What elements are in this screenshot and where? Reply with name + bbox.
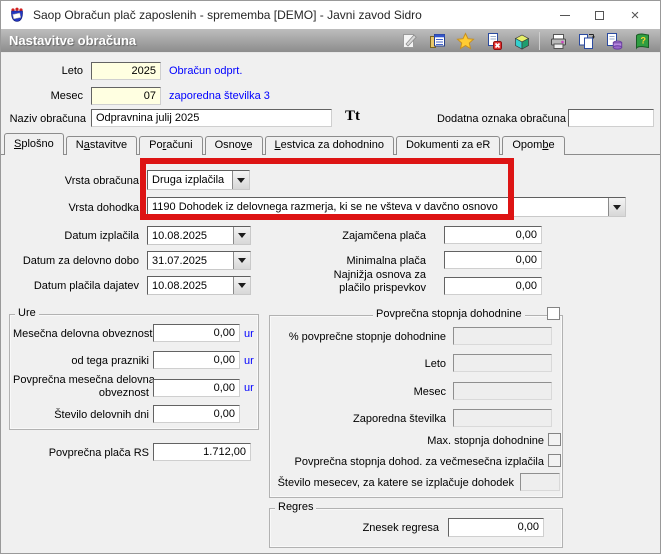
journal-icon[interactable] xyxy=(427,32,447,51)
vrsta-obracuna-select[interactable]: Druga izplačila xyxy=(147,170,250,190)
title-bar: Saop Obračun plač zaposlenih - sprememba… xyxy=(1,1,660,29)
zaporedna-stevilka-field xyxy=(453,409,552,427)
zajamcena-placa-field[interactable]: 0,00 xyxy=(444,226,542,244)
vecmesecna-checkbox[interactable] xyxy=(548,454,561,467)
ur-unit-label: ur xyxy=(244,355,254,367)
znesek-regresa-label: Znesek regresa xyxy=(362,522,439,534)
leto-field[interactable]: 2025 xyxy=(91,62,161,80)
datum-izplacila-picker[interactable]: 10.08.2025 xyxy=(147,226,251,245)
dohodnina-checkbox[interactable] xyxy=(547,307,560,320)
povprecna-obveznost-label-line1: Povprečna mesečna delovna xyxy=(13,374,155,386)
prazniki-label: od tega prazniki xyxy=(71,355,149,367)
dohodnina-mesec-field xyxy=(453,382,552,400)
minimize-button[interactable] xyxy=(549,1,581,29)
favorite-star-icon[interactable] xyxy=(455,31,475,51)
tab-osnove[interactable]: Osnove xyxy=(204,136,263,155)
datum-za-delovno-dobo-label: Datum za delovno dobo xyxy=(22,255,139,267)
najnizja-osnova-label-line1: Najnižja osnova za xyxy=(333,269,426,281)
stevilo-mesecev-field xyxy=(520,473,560,491)
chevron-down-icon[interactable] xyxy=(233,277,250,294)
ure-legend: Ure xyxy=(15,307,39,319)
leto-label: Leto xyxy=(61,65,83,77)
tab-lestvica-za-dohodnino[interactable]: Lestvica za dohodnino xyxy=(264,136,394,155)
max-stopnja-checkbox[interactable] xyxy=(548,433,561,446)
help-book-icon[interactable]: ? xyxy=(632,32,652,51)
svg-text:?: ? xyxy=(640,35,646,45)
maximize-button[interactable] xyxy=(583,1,615,29)
toolbar: ? xyxy=(399,31,652,51)
znesek-regresa-field[interactable]: 0,00 xyxy=(448,518,544,537)
max-stopnja-label: Max. stopnja dohodnine xyxy=(427,435,544,447)
minimalna-placa-field[interactable]: 0,00 xyxy=(444,251,542,269)
chevron-down-icon[interactable] xyxy=(608,198,625,216)
vrsta-obracuna-label: Vrsta obračuna xyxy=(64,175,139,187)
tab-splosno[interactable]: Splošno xyxy=(4,133,64,155)
copy-data-icon[interactable] xyxy=(604,32,624,51)
povprecna-obveznost-field[interactable]: 0,00 xyxy=(153,379,240,397)
cube-icon[interactable] xyxy=(511,32,531,51)
najnizja-osnova-field[interactable]: 0,00 xyxy=(444,277,542,295)
toolbar-separator xyxy=(539,32,540,50)
tabstrip: Splošno Nastavitve Poračuni Osnove Lestv… xyxy=(4,133,567,155)
procent-dohodnine-label: % povprečne stopnje dohodnine xyxy=(288,331,446,343)
zaporedna-stevilka-label: Zaporedna številka xyxy=(353,413,446,425)
edit-note-icon[interactable] xyxy=(399,32,419,51)
delovni-dnevi-field[interactable]: 0,00 xyxy=(153,405,240,423)
procent-dohodnine-field xyxy=(453,327,552,345)
mesec-field[interactable]: 07 xyxy=(91,87,161,105)
obracun-status-text: Obračun odprt. xyxy=(169,65,243,77)
prazniki-field[interactable]: 0,00 xyxy=(153,351,240,369)
copy-structure-icon[interactable] xyxy=(576,32,596,51)
povprecna-obveznost-label-line2: obveznost xyxy=(98,387,149,399)
mesecna-obveznost-label: Mesečna delovna obveznost xyxy=(13,328,153,340)
dohodnina-legend: Povprečna stopnja dohodnine xyxy=(373,308,525,320)
zajamcena-placa-label: Zajamčena plača xyxy=(342,230,426,242)
tab-opombe[interactable]: Opombe xyxy=(502,136,565,155)
window-title: Saop Obračun plač zaposlenih - sprememba… xyxy=(33,8,422,22)
dohodnina-leto-field xyxy=(453,354,552,372)
povprecna-placa-rs-label: Povprečna plača RS xyxy=(48,447,149,459)
datum-placila-dajatev-picker[interactable]: 10.08.2025 xyxy=(147,276,251,295)
vecmesecna-label: Povprečna stopnja dohod. za večmesečna i… xyxy=(294,456,544,468)
regres-legend: Regres xyxy=(275,501,317,513)
ur-unit-label: ur xyxy=(244,328,254,340)
font-icon[interactable]: Tt xyxy=(345,108,360,125)
ur-unit-label: ur xyxy=(244,382,254,394)
datum-izplacila-label: Datum izplačila xyxy=(64,230,139,242)
chevron-down-icon[interactable] xyxy=(233,252,250,269)
print-icon[interactable] xyxy=(548,32,568,51)
minimalna-placa-label: Minimalna plača xyxy=(346,255,426,267)
zaporedna-status-text: zaporedna številka 3 xyxy=(169,90,270,102)
naziv-obracuna-field[interactable]: Odpravnina julij 2025 xyxy=(91,109,332,127)
dodatna-oznaka-label: Dodatna oznaka obračuna xyxy=(436,113,566,125)
naziv-obracuna-label: Naziv obračuna xyxy=(9,113,86,125)
panel-header: Nastavitve obračuna ? xyxy=(1,29,660,53)
delete-document-icon[interactable] xyxy=(483,32,503,51)
datum-za-delovno-dobo-picker[interactable]: 31.07.2025 xyxy=(147,251,251,270)
dohodnina-mesec-label: Mesec xyxy=(413,386,446,398)
tab-nastavitve[interactable]: Nastavitve xyxy=(65,136,138,155)
chevron-down-icon[interactable] xyxy=(233,227,250,244)
stevilo-mesecev-label: Število mesecev, za katere se izplačuje … xyxy=(277,477,514,489)
app-window: Saop Obračun plač zaposlenih - sprememba… xyxy=(0,0,661,554)
delovni-dnevi-label: Število delovnih dni xyxy=(54,409,149,421)
tab-dokumenti-za-er[interactable]: Dokumenti za eR xyxy=(395,136,501,155)
close-button[interactable]: × xyxy=(619,1,651,29)
vrsta-dohodka-label: Vrsta dohodka xyxy=(68,202,139,214)
mesec-label: Mesec xyxy=(50,90,83,102)
chevron-down-icon[interactable] xyxy=(232,171,249,189)
dohodnina-leto-label: Leto xyxy=(424,358,446,370)
dodatna-oznaka-field[interactable] xyxy=(568,109,654,127)
tab-poracuni[interactable]: Poračuni xyxy=(139,136,203,155)
najnizja-osnova-label-line2: plačilo prispevkov xyxy=(339,282,426,294)
panel-title: Nastavitve obračuna xyxy=(9,33,137,48)
app-icon xyxy=(9,7,25,23)
mesecna-obveznost-field[interactable]: 0,00 xyxy=(153,324,240,342)
povprecna-placa-rs-field[interactable]: 1.712,00 xyxy=(153,443,251,461)
datum-placila-dajatev-label: Datum plačila dajatev xyxy=(33,280,139,292)
vrsta-dohodka-select[interactable]: 1190 Dohodek iz delovnega razmerja, ki s… xyxy=(147,197,626,217)
